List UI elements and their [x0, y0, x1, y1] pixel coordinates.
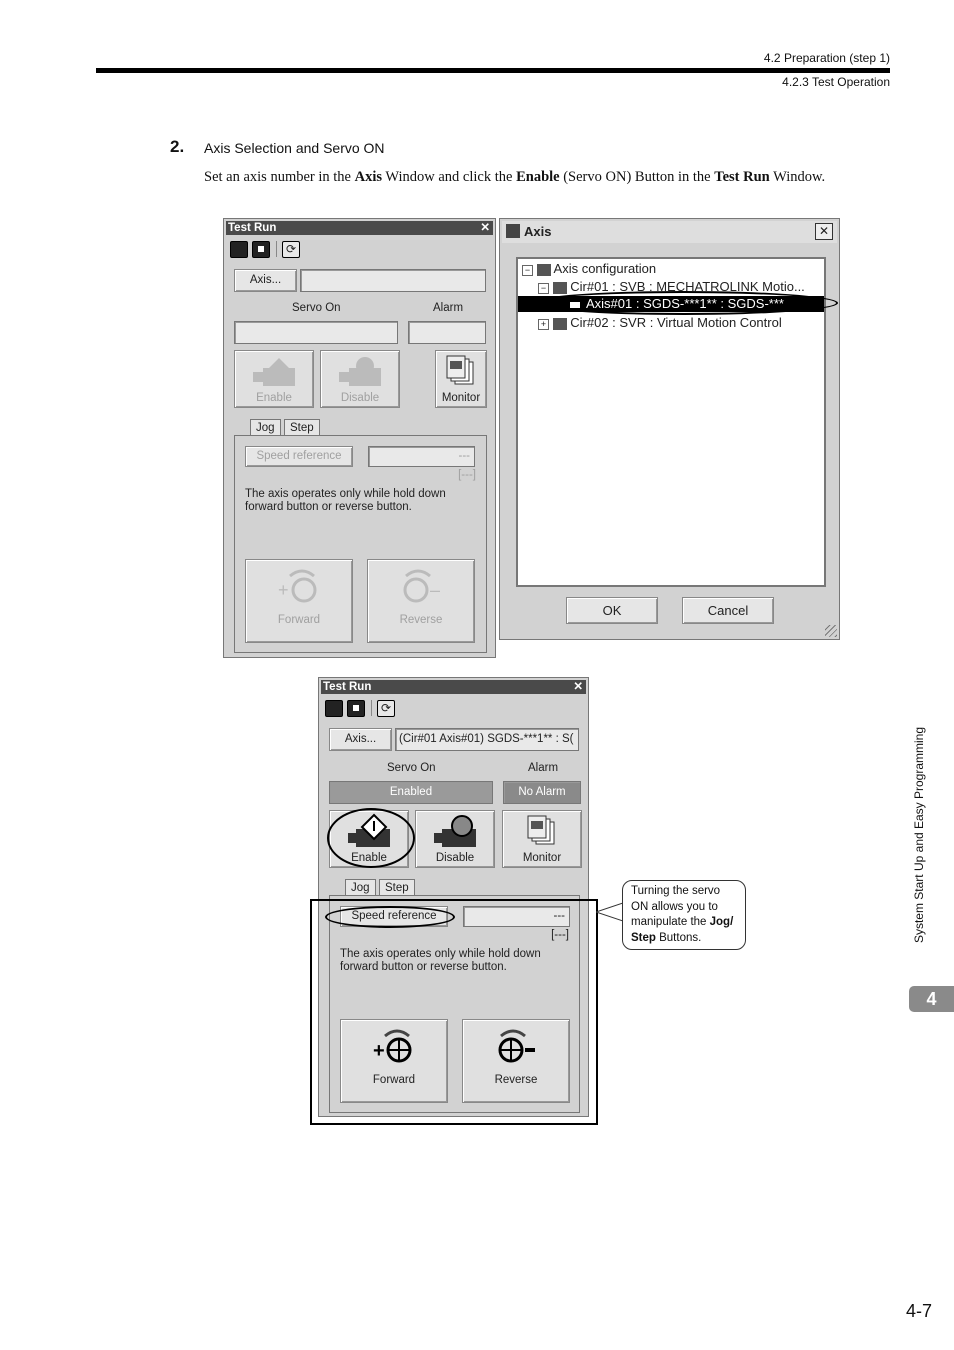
highlight-box-jog-panel: [310, 899, 598, 1125]
servo-motor-icon: [253, 358, 295, 386]
disable-button[interactable]: Disable: [320, 350, 400, 408]
resize-grip-icon[interactable]: [825, 625, 837, 637]
unit-label: [---]: [458, 469, 476, 481]
forward-label: Forward: [277, 614, 321, 626]
axis-window-icon: [506, 224, 520, 238]
enable-button[interactable]: Enable: [234, 350, 314, 408]
svg-text:–: –: [430, 580, 440, 600]
record-icon[interactable]: [252, 241, 270, 258]
tab-jog[interactable]: Jog: [250, 419, 281, 435]
alarm-label: Alarm: [433, 302, 464, 314]
tree-node-cir02[interactable]: + Cir#02 : SVR : Virtual Motion Control: [538, 315, 782, 330]
calculator-icon[interactable]: [325, 700, 343, 717]
calculator-icon[interactable]: [230, 241, 248, 258]
window-title: Test Run: [323, 681, 372, 693]
callout-line-1: Turning the servo: [631, 885, 721, 897]
callout-line-4: Step Buttons.: [631, 931, 702, 944]
speed-value-field: ---: [368, 446, 475, 467]
monitor-button[interactable]: Monitor: [502, 810, 582, 868]
axis-title-bar: Axis ✕: [502, 221, 837, 243]
tree-node-root[interactable]: − Axis configuration: [522, 261, 656, 276]
expand-icon[interactable]: +: [538, 319, 549, 330]
axis-field: (Cir#01 Axis#01) SGDS-***1** : S(: [395, 728, 579, 751]
module-icon: [552, 281, 567, 294]
reverse-button[interactable]: – Reverse: [367, 559, 475, 643]
alarm-status-field: [408, 321, 486, 344]
speed-reference-button[interactable]: Speed reference: [245, 446, 353, 467]
toolbar-separator: [371, 700, 372, 716]
axis-button[interactable]: Axis...: [234, 269, 297, 292]
refresh-icon[interactable]: ⟳: [282, 241, 300, 258]
refresh-icon[interactable]: ⟳: [377, 700, 395, 717]
reverse-label: Reverse: [399, 614, 443, 626]
monitor-label: Monitor: [522, 852, 562, 864]
servo-on-label: Servo On: [387, 762, 436, 774]
monitor-label: Monitor: [441, 392, 481, 404]
axis-window-title: Axis: [524, 224, 552, 239]
callout-line-2: ON allows you to: [631, 900, 718, 913]
forward-icon: +: [278, 569, 317, 603]
network-icon: [536, 263, 551, 276]
callout-box: Turning the servo ON allows you to manip…: [622, 880, 746, 950]
test-run-window-initial: Test Run ✕ ⟳ Axis... Servo On Alarm Enabl…: [223, 218, 496, 658]
axis-field: [300, 269, 486, 292]
step-number: 2.: [170, 137, 185, 156]
side-chapter-title: System Start Up and Easy Programming: [912, 726, 926, 944]
disable-button[interactable]: Disable: [415, 810, 495, 868]
jog-description-2: forward button or reverse button.: [245, 501, 412, 513]
close-icon[interactable]: ✕: [573, 680, 583, 694]
tab-jog[interactable]: Jog: [345, 879, 376, 895]
disable-label: Disable: [340, 392, 380, 404]
callout-line-3: manipulate the Jog/: [631, 916, 734, 928]
axis-button[interactable]: Axis...: [329, 728, 392, 751]
chapter-tab: 4: [909, 986, 954, 1012]
step-body: Set an axis number in the Axis Window an…: [204, 169, 826, 185]
servo-status-field: Enabled: [329, 781, 493, 804]
ok-button[interactable]: OK: [566, 597, 658, 624]
monitor-icon: [527, 815, 555, 845]
highlight-oval-enable: [327, 808, 415, 868]
window-title: Test Run: [228, 222, 277, 234]
servo-motor-icon: [339, 357, 381, 386]
jog-panel: Speed reference --- [---] The axis opera…: [234, 435, 487, 653]
forward-button[interactable]: + Forward: [245, 559, 353, 643]
close-icon[interactable]: ✕: [815, 223, 833, 240]
step-title: Axis Selection and Servo ON: [204, 140, 385, 156]
title-bar: Test Run ✕: [226, 221, 493, 235]
monitor-button[interactable]: Monitor: [435, 350, 487, 408]
tab-step[interactable]: Step: [379, 879, 415, 895]
collapse-icon[interactable]: −: [538, 283, 549, 294]
record-icon[interactable]: [347, 700, 365, 717]
reverse-icon: –: [403, 569, 440, 603]
monitor-icon: [446, 355, 474, 385]
servo-status-field: [234, 321, 398, 344]
close-icon[interactable]: ✕: [480, 221, 490, 235]
enable-label: Enable: [256, 392, 292, 404]
jog-description-1: The axis operates only while hold down: [245, 488, 446, 500]
highlight-oval-axis: [530, 291, 838, 315]
header-section: 4.2 Preparation (step 1): [763, 51, 890, 65]
header-subsection: 4.2.3 Test Operation: [782, 75, 890, 89]
toolbar-separator: [276, 241, 277, 257]
module-icon: [552, 317, 567, 330]
axis-window: Axis ✕ − Axis configuration − Cir#01 : S…: [499, 218, 840, 640]
cancel-button[interactable]: Cancel: [682, 597, 774, 624]
svg-text:+: +: [278, 580, 289, 600]
title-bar: Test Run ✕: [321, 680, 586, 694]
alarm-status-field: No Alarm: [503, 781, 581, 804]
page-number: 4-7: [905, 1301, 932, 1321]
collapse-icon[interactable]: −: [522, 265, 533, 276]
servo-off-icon: [434, 815, 476, 847]
servo-on-label: Servo On: [292, 302, 341, 314]
alarm-label: Alarm: [528, 762, 559, 774]
header-rule: [96, 68, 890, 73]
disable-label: Disable: [435, 852, 475, 864]
tab-step[interactable]: Step: [284, 419, 320, 435]
